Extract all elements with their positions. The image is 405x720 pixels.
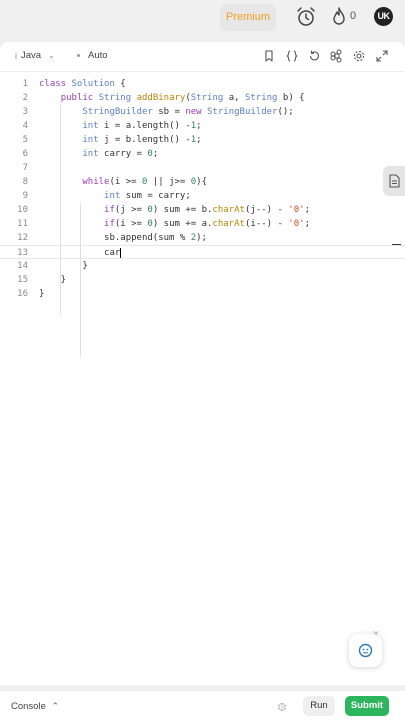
run-button[interactable]: Run (303, 696, 335, 716)
code-text: int i = a.length() -1; (82, 121, 202, 131)
line-number: 16 (17, 289, 28, 299)
line-number: 13 (17, 248, 28, 258)
line-number: 15 (17, 275, 28, 285)
code-text: } (39, 275, 67, 285)
bookmark-icon[interactable] (262, 49, 276, 63)
indent-guide (60, 105, 61, 315)
settings-gear-icon[interactable] (352, 49, 366, 63)
streak-count: 0 (350, 10, 357, 22)
line-number: 12 (17, 233, 28, 243)
line-number: 5 (22, 135, 28, 145)
chat-bot-icon (358, 643, 373, 658)
code-text: while(i >= 0 || j>= 0){ (82, 177, 208, 187)
auto-mode-toggle[interactable]: Auto (77, 50, 108, 61)
flame-icon[interactable] (331, 7, 347, 27)
info-icon: i (15, 50, 17, 61)
code-text: class Solution { (39, 79, 126, 89)
avatar[interactable]: UK (374, 7, 393, 26)
code-text: int sum = carry; (104, 191, 191, 201)
line-number: 4 (22, 121, 28, 131)
console-toggle[interactable]: Console ⌃ (11, 701, 59, 712)
console-label: Console (11, 701, 46, 712)
line-number: 11 (17, 219, 28, 229)
code-text: int j = b.length() -1; (82, 135, 202, 145)
line-number: 14 (17, 261, 28, 271)
line-number: 2 (22, 93, 28, 103)
line-number: 9 (22, 191, 28, 201)
bottom-bar: Console ⌃ Run Submit (0, 690, 405, 720)
premium-button[interactable]: Premium (220, 4, 276, 31)
editor-toolbar: i Java ⌄ Auto (0, 42, 405, 72)
chevron-up-icon: ⌃ (51, 701, 60, 711)
code-text: sb.append(sum % 2); (39, 233, 207, 243)
code-line[interactable]: 2 public String addBinary(String a, Stri… (0, 91, 405, 105)
assistant-button[interactable] (349, 634, 382, 667)
dot-icon (77, 54, 80, 57)
document-icon (389, 174, 400, 188)
side-panel-tab[interactable] (383, 166, 405, 196)
line-number: 1 (22, 79, 28, 89)
line-number: 10 (17, 205, 28, 215)
expand-icon[interactable] (375, 49, 389, 63)
code-text: public String addBinary(String a, String… (60, 93, 305, 103)
code-text: } (39, 289, 45, 299)
indent-guide (80, 203, 81, 357)
braces-icon[interactable] (285, 49, 299, 63)
code-area[interactable]: 1 class Solution { 2 public String addBina… (0, 77, 405, 357)
chevron-down-icon: ⌄ (48, 51, 55, 60)
submit-button[interactable]: Submit (345, 696, 389, 716)
top-bar: Premium 0 UK (0, 0, 405, 36)
bug-icon[interactable] (276, 700, 288, 712)
alarm-clock-icon[interactable] (296, 6, 316, 28)
mode-label: Auto (88, 50, 108, 61)
line-number: 3 (22, 107, 28, 117)
code-text: int carry = 0; (82, 149, 159, 159)
code-text: StringBuilder sb = new StringBuilder(); (82, 107, 294, 117)
scrollbar-marker (392, 244, 401, 245)
code-editor-panel: i Java ⌄ Auto 1 class Solution {2 public… (0, 42, 405, 685)
command-icon[interactable] (330, 49, 344, 63)
line-number: 7 (22, 163, 28, 173)
line-number: 6 (22, 149, 28, 159)
language-selector[interactable]: i Java ⌄ (15, 50, 55, 61)
line-number: 8 (22, 177, 28, 187)
reset-icon[interactable] (307, 49, 321, 63)
code-line[interactable]: 1 class Solution { (0, 77, 405, 91)
language-label: Java (21, 50, 42, 61)
